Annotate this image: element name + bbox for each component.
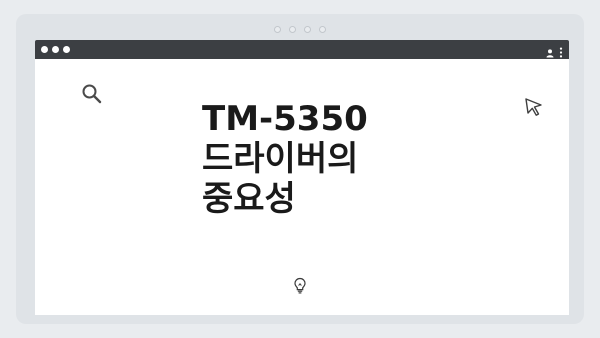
- carousel-dots: [16, 26, 584, 33]
- search-icon[interactable]: [80, 82, 104, 110]
- lightbulb-icon: [293, 277, 307, 299]
- window-control-dot[interactable]: [41, 46, 48, 53]
- carousel-dot[interactable]: [319, 26, 326, 33]
- page-title-line: TM-5350: [202, 99, 368, 139]
- window-control-dot[interactable]: [52, 46, 59, 53]
- page-title: TM-5350 드라이버의 중요성: [202, 99, 422, 219]
- carousel-dot[interactable]: [304, 26, 311, 33]
- window-content: TM-5350 드라이버의 중요성: [35, 59, 569, 315]
- carousel-dot[interactable]: [289, 26, 296, 33]
- browser-window: TM-5350 드라이버의 중요성: [35, 40, 569, 315]
- window-controls: [41, 46, 70, 53]
- window-control-dot[interactable]: [63, 46, 70, 53]
- carousel-dot[interactable]: [274, 26, 281, 33]
- page-title-line: 중요성: [202, 179, 296, 219]
- page-title-line: 드라이버의: [202, 139, 359, 179]
- cursor-arrow-icon: [523, 96, 545, 122]
- window-titlebar: [35, 40, 569, 59]
